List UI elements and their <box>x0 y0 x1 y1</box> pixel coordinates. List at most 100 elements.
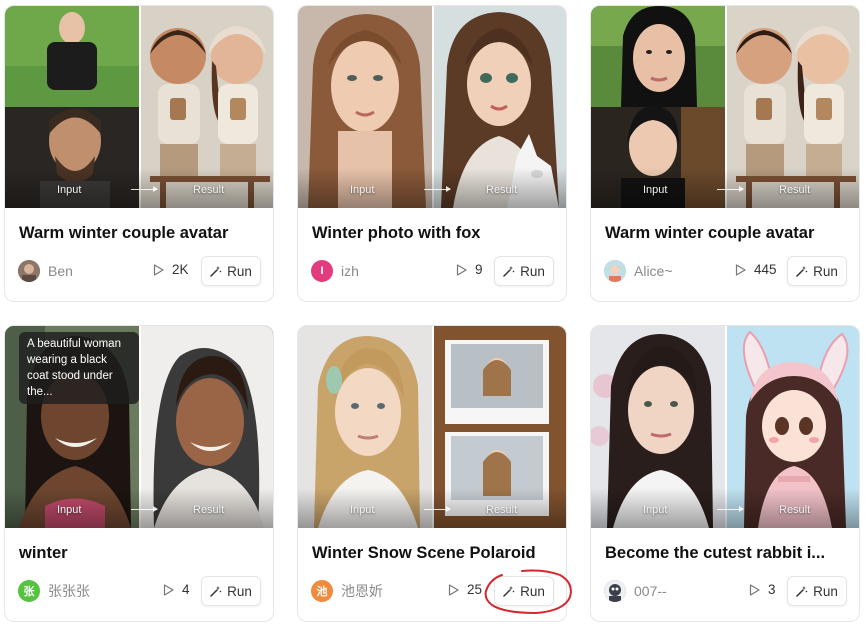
play-icon <box>456 263 467 276</box>
result-image <box>433 6 566 208</box>
avatar: 张 <box>18 580 40 602</box>
run-button[interactable]: Run <box>494 256 554 286</box>
card-thumbnail[interactable]: Input Result <box>5 6 273 208</box>
result-image <box>726 6 859 208</box>
input-label: Input <box>350 504 375 516</box>
play-count-value: 2K <box>172 262 189 277</box>
input-label: Input <box>643 504 668 516</box>
run-label: Run <box>227 583 252 599</box>
template-card[interactable]: A beautiful woman wearing a black coat s… <box>4 325 274 622</box>
input-image <box>298 326 433 528</box>
card-thumbnail[interactable]: Input Result <box>298 326 566 528</box>
run-button[interactable]: Run <box>201 576 261 606</box>
run-label: Run <box>520 583 545 599</box>
play-icon <box>735 263 746 276</box>
result-image <box>140 326 273 528</box>
arrow-right-icon <box>717 186 744 192</box>
run-button[interactable]: Run <box>201 256 261 286</box>
run-label: Run <box>227 263 252 279</box>
play-icon <box>163 583 174 596</box>
input-image <box>591 326 726 528</box>
arrow-right-icon <box>131 186 158 192</box>
card-thumbnail[interactable]: Input Result <box>591 6 859 208</box>
magic-wand-icon <box>796 266 808 277</box>
magic-wand-icon <box>503 586 515 597</box>
result-label: Result <box>486 184 518 196</box>
result-image <box>140 6 273 208</box>
author[interactable]: 张 张张张 <box>18 580 90 602</box>
author-name: 007-- <box>634 583 667 599</box>
magic-wand-icon <box>210 266 222 277</box>
author-name: Ben <box>48 263 73 279</box>
arrow-right-icon <box>424 506 451 512</box>
input-label: Input <box>643 184 668 196</box>
play-count: 4 <box>163 582 190 597</box>
card-title[interactable]: Winter photo with fox <box>312 224 554 243</box>
avatar: I <box>311 260 333 282</box>
play-icon <box>749 583 760 596</box>
play-count: 445 <box>735 262 777 277</box>
play-icon <box>153 263 164 276</box>
play-count-value: 4 <box>182 582 190 597</box>
play-count: 3 <box>749 582 776 597</box>
play-count: 9 <box>456 262 483 277</box>
template-card[interactable]: Input Result Winter photo with fox I izh… <box>297 5 567 302</box>
result-label: Result <box>779 184 811 196</box>
input-label: Input <box>57 184 82 196</box>
input-label: Input <box>57 504 82 516</box>
run-button[interactable]: Run <box>787 576 847 606</box>
run-label: Run <box>813 263 838 279</box>
author-name: Alice~ <box>634 263 673 279</box>
card-title[interactable]: Warm winter couple avatar <box>19 224 261 243</box>
play-count-value: 445 <box>754 262 777 277</box>
author[interactable]: 池 池恩妡 <box>311 580 383 602</box>
card-title[interactable]: Warm winter couple avatar <box>605 224 847 243</box>
magic-wand-icon <box>210 586 222 597</box>
input-image <box>591 6 726 208</box>
result-label: Result <box>193 504 225 516</box>
template-card[interactable]: Input Result Warm winter couple avatar B… <box>4 5 274 302</box>
avatar: 池 <box>311 580 333 602</box>
card-title[interactable]: Winter Snow Scene Polaroid <box>312 544 554 563</box>
template-card[interactable]: Input Result Winter Snow Scene Polaroid … <box>297 325 567 622</box>
arrow-right-icon <box>131 506 158 512</box>
input-image <box>298 6 433 208</box>
play-count: 2K <box>153 262 189 277</box>
avatar <box>18 260 40 282</box>
play-count-value: 25 <box>467 582 483 597</box>
card-thumbnail[interactable]: Input Result <box>591 326 859 528</box>
author-name: 张张张 <box>48 583 90 599</box>
play-count-value: 9 <box>475 262 483 277</box>
arrow-right-icon <box>717 506 744 512</box>
run-button[interactable]: Run <box>494 576 554 606</box>
result-label: Result <box>193 184 225 196</box>
author-name: 池恩妡 <box>341 583 383 599</box>
result-image <box>726 326 859 528</box>
magic-wand-icon <box>503 266 515 277</box>
card-title[interactable]: Become the cutest rabbit i... <box>605 544 847 563</box>
result-image <box>433 326 566 528</box>
card-thumbnail[interactable]: Input Result <box>298 6 566 208</box>
author[interactable]: I izh <box>311 260 359 282</box>
result-label: Result <box>779 504 811 516</box>
avatar <box>604 260 626 282</box>
author-name: izh <box>341 263 359 279</box>
avatar <box>604 580 626 602</box>
input-label: Input <box>350 184 375 196</box>
result-label: Result <box>486 504 518 516</box>
template-card[interactable]: Input Result Warm winter couple avatar A… <box>590 5 860 302</box>
run-button[interactable]: Run <box>787 256 847 286</box>
arrow-right-icon <box>424 186 451 192</box>
play-count-value: 3 <box>768 582 776 597</box>
run-label: Run <box>520 263 545 279</box>
run-label: Run <box>813 583 838 599</box>
author[interactable]: Alice~ <box>604 260 673 282</box>
author[interactable]: Ben <box>18 260 73 282</box>
template-card[interactable]: Input Result Become the cutest rabbit i.… <box>590 325 860 622</box>
magic-wand-icon <box>796 586 808 597</box>
card-title[interactable]: winter <box>19 544 261 563</box>
play-icon <box>448 583 459 596</box>
author[interactable]: 007-- <box>604 580 667 602</box>
card-thumbnail[interactable]: A beautiful woman wearing a black coat s… <box>5 326 273 528</box>
input-image <box>5 6 140 208</box>
